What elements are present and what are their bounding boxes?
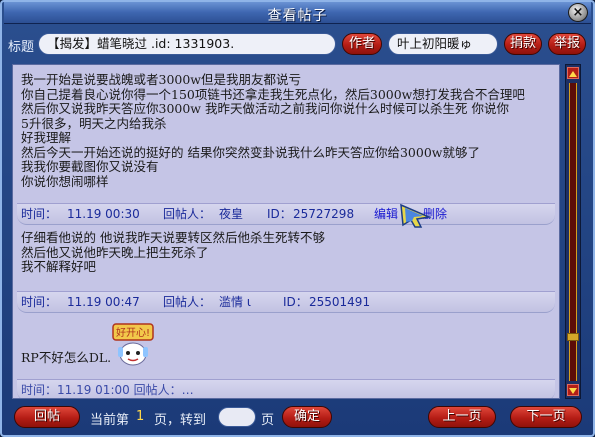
- post-time: 11.19 00:30: [67, 207, 140, 221]
- cursor-arrow-icon: [400, 203, 432, 228]
- page-suffix: 页: [261, 413, 275, 428]
- content-scrollbar[interactable]: [565, 64, 581, 399]
- goto-label: 页，转到: [154, 413, 207, 428]
- time-label: 时间：: [21, 207, 58, 221]
- emoticon-sticker-icon: 好开心!: [112, 323, 154, 366]
- current-page-number: 1: [136, 409, 145, 424]
- edit-link[interactable]: 编辑: [374, 204, 398, 224]
- post-viewer-window: 查看帖子 × 标题 【揭发】蜡笔晓过 .id: 1331903. 作者 叶上初阳…: [0, 0, 595, 437]
- post-body-1: 我一开始是说要战魄或者3000w但是我朋友都说亏 你自己提着良心说你得一个150…: [21, 72, 525, 189]
- post-time: 11.19 00:47: [67, 295, 140, 309]
- replier-label: 回帖人：: [163, 207, 212, 221]
- replier-id: 25727298: [293, 207, 355, 221]
- post-content-area[interactable]: 我一开始是说要战魄或者3000w但是我朋友都说亏 你自己提着良心说你得一个150…: [12, 64, 560, 399]
- post-meta-1: 时间： 11.19 00:30 回帖人： 夜皇 ID： 25727298 编辑 …: [17, 203, 555, 225]
- donate-button[interactable]: 捐款: [504, 33, 542, 55]
- reply-button[interactable]: 回帖: [14, 406, 80, 428]
- next-page-button[interactable]: 下一页: [510, 406, 582, 428]
- replier-name[interactable]: 夜皇: [219, 204, 243, 224]
- scroll-down-button[interactable]: [567, 384, 579, 396]
- sticker-text: 好开心!: [116, 327, 150, 339]
- scroll-up-button[interactable]: [567, 67, 579, 79]
- id-label: ID：: [283, 295, 308, 309]
- id-label: ID：: [267, 207, 292, 221]
- window-title: 查看帖子: [267, 8, 328, 24]
- author-button[interactable]: 作者: [342, 33, 382, 55]
- scroll-thumb[interactable]: [567, 333, 579, 341]
- post-body-3: RP不好怎么DL.: [21, 350, 112, 365]
- goto-page-input[interactable]: [218, 407, 256, 427]
- title-label: 标题: [8, 40, 35, 55]
- replier-label: 回帖人：: [163, 295, 212, 309]
- close-button[interactable]: ×: [568, 3, 588, 22]
- arrow-up-icon: [569, 71, 577, 77]
- prev-page-button[interactable]: 上一页: [428, 406, 496, 428]
- post-title-field: 【揭发】蜡笔晓过 .id: 1331903.: [38, 33, 336, 55]
- title-bar[interactable]: 查看帖子 ×: [4, 2, 591, 24]
- post-body-2: 仔细看他说的 他说我昨天说要转区然后他杀生死转不够 然后他又说他昨天晚上把生死杀…: [21, 230, 325, 274]
- confirm-button[interactable]: 确定: [282, 406, 332, 428]
- replier-name[interactable]: 滥情 ι: [219, 292, 251, 312]
- post-meta-2: 时间： 11.19 00:47 回帖人： 滥情 ι ID： 25501491: [17, 291, 555, 313]
- report-button[interactable]: 举报: [548, 33, 586, 55]
- replier-id: 25501491: [309, 295, 371, 309]
- current-page-label: 当前第: [90, 413, 130, 428]
- arrow-down-icon: [569, 388, 577, 394]
- author-field: 叶上初阳暖ゅ: [388, 33, 498, 55]
- post-meta-3-partial: 时间：11.19 01:00 回帖人：…: [17, 379, 555, 398]
- time-label: 时间：: [21, 295, 58, 309]
- partial-meta-text: 时间：11.19 01:00 回帖人：…: [21, 383, 194, 397]
